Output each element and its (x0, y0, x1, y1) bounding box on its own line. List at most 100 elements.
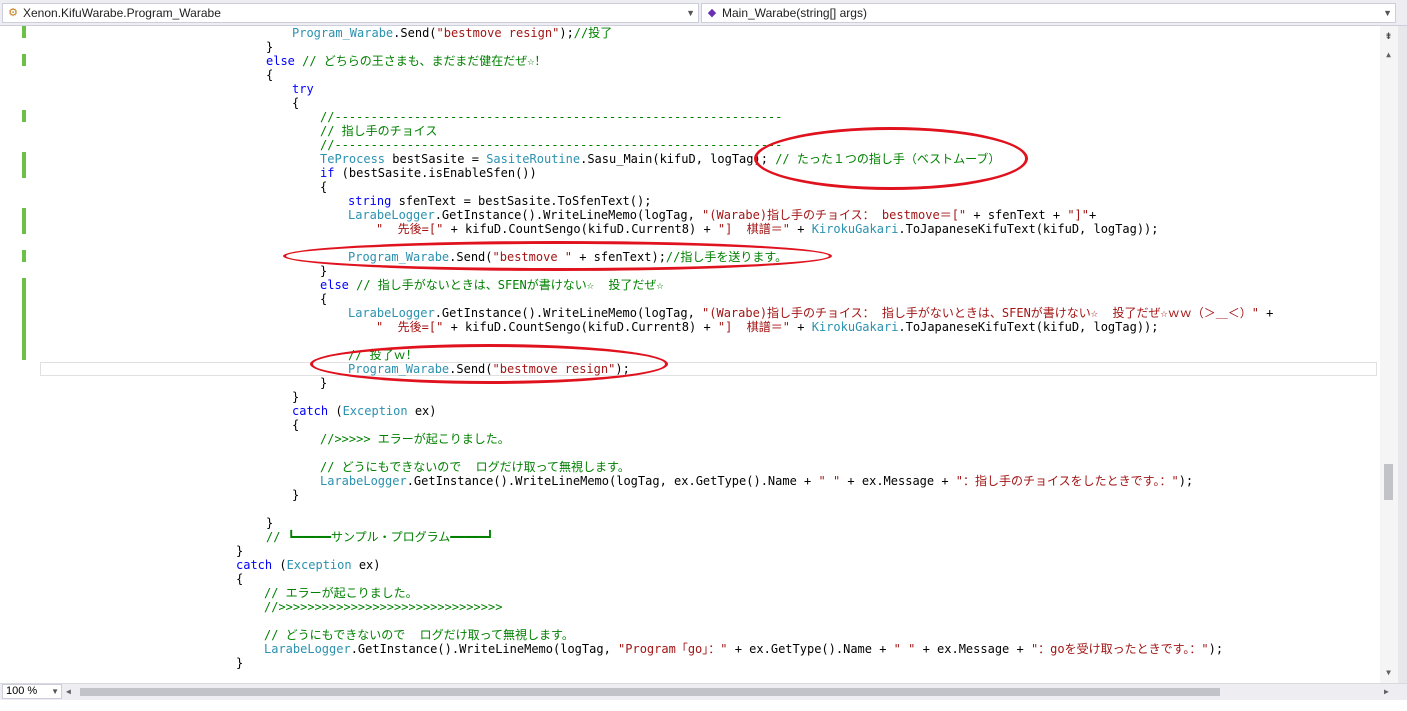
code-token: } (236, 656, 244, 670)
code-line[interactable]: //--------------------------------------… (320, 138, 782, 152)
code-token: + kifuD.CountSengo(kifuD.Current8) + (443, 320, 718, 334)
code-line[interactable]: } (266, 40, 273, 54)
code-token: .GetInstance().WriteLineMemo(logTag, (434, 208, 703, 222)
code-line[interactable]: if (bestSasite.isEnableSfen()) (320, 166, 537, 180)
code-token: ); (1208, 642, 1224, 656)
scroll-up-icon[interactable]: ▲ (1380, 48, 1397, 62)
code-token: ); (559, 26, 574, 40)
split-icon[interactable]: ⇟ (1380, 26, 1397, 44)
code-token: //>>>>>>>>>>>>>>>>>>>>>>>>>>>>>>> (264, 600, 503, 614)
code-token: "bestmove resign" (436, 26, 560, 40)
code-token: } (292, 390, 300, 404)
code-line[interactable]: // ┗━━━━━サンプル・プログラム━━━━━┛ (266, 530, 494, 544)
vertical-scrollbar[interactable]: ⇟ ▲ ▼ (1380, 26, 1407, 683)
scroll-thumb[interactable] (1384, 464, 1393, 500)
code-line[interactable]: // エラーが起こりました。 (264, 586, 418, 600)
member-dropdown-text: Main_Warabe(string[] args) (722, 6, 867, 20)
code-token: + sfenText + (966, 208, 1068, 222)
code-line[interactable]: else // どちらの王さまも、まだまだ健在だぜ☆！ (266, 54, 546, 68)
zoom-level: 100 % (6, 685, 38, 697)
footer-strip (0, 700, 1407, 711)
code-line[interactable]: } (320, 376, 327, 390)
code-line[interactable]: } (236, 544, 243, 558)
code-line[interactable]: LarabeLogger.GetInstance().WriteLineMemo… (264, 642, 1223, 656)
split-button[interactable] (1398, 3, 1406, 23)
type-dropdown-text: Xenon.KifuWarabe.Program_Warabe (23, 6, 221, 20)
code-token: "bestmove resign" (492, 362, 616, 376)
code-line[interactable]: { (292, 418, 299, 432)
code-line[interactable]: } (292, 488, 299, 502)
code-line[interactable]: LarabeLogger.GetInstance().WriteLineMemo… (348, 208, 1096, 222)
code-token: ); (615, 362, 630, 376)
code-line[interactable]: Program_Warabe.Send("bestmove resign");/… (292, 26, 612, 40)
code-line[interactable]: TeProcess bestSasite = SasiteRoutine.Sas… (320, 152, 1000, 166)
code-token: //指し手を送ります。 (665, 250, 788, 264)
code-line[interactable]: //>>>>> エラーが起こりました。 (320, 432, 510, 446)
code-line[interactable]: try (292, 82, 314, 96)
change-marker (22, 152, 26, 178)
code-token: // エラーが起こりました。 (264, 586, 418, 600)
code-token: " " (818, 474, 841, 488)
code-line[interactable]: " 先後=[" + kifuD.CountSengo(kifuD.Current… (376, 222, 1159, 236)
code-line[interactable]: { (236, 572, 243, 586)
code-token: // どちらの王さまも、まだまだ健在だぜ☆！ (294, 54, 547, 68)
code-token: .GetInstance().WriteLineMemo(logTag, ex.… (406, 474, 819, 488)
code-line[interactable]: } (236, 656, 243, 670)
code-line[interactable]: { (266, 68, 273, 82)
scroll-down-icon[interactable]: ▼ (1380, 666, 1397, 680)
code-token: } (292, 488, 300, 502)
code-line[interactable]: " 先後=[" + kifuD.CountSengo(kifuD.Current… (376, 320, 1159, 334)
code-line[interactable]: catch (Exception ex) (236, 558, 381, 572)
code-token: ex) (351, 558, 381, 572)
code-token: string (348, 194, 392, 208)
type-dropdown[interactable]: ⚙ Xenon.KifuWarabe.Program_Warabe ▼ (2, 3, 699, 23)
code-line[interactable]: } (292, 390, 299, 404)
code-token: // どうにもできないので ログだけ取って無視します。 (320, 460, 630, 474)
member-dropdown[interactable]: ◆ Main_Warabe(string[] args) ▼ (701, 3, 1396, 23)
horizontal-scroll-thumb[interactable] (80, 688, 1220, 696)
code-token: // ┗━━━━━サンプル・プログラム━━━━━┛ (266, 530, 494, 544)
code-line[interactable]: //--------------------------------------… (320, 110, 782, 124)
code-line[interactable]: // どうにもできないので ログだけ取って無視します。 (264, 628, 574, 642)
code-editor[interactable]: Program_Warabe.Send("bestmove resign");/… (0, 26, 1380, 683)
code-line[interactable]: //>>>>>>>>>>>>>>>>>>>>>>>>>>>>>>> (264, 600, 502, 614)
code-token: KirokuGakari (811, 320, 899, 334)
code-token: // 指し手のチョイス (320, 124, 438, 138)
overview-track[interactable] (1398, 26, 1407, 683)
code-line[interactable]: catch (Exception ex) (292, 404, 437, 418)
code-line[interactable]: // 投了ｗ！ (348, 348, 418, 362)
code-line[interactable]: // どうにもできないので ログだけ取って無視します。 (320, 460, 630, 474)
code-token: "：goを受け取ったときです。：" (1030, 642, 1209, 656)
code-area[interactable]: Program_Warabe.Send("bestmove resign");/… (40, 26, 1380, 683)
code-line[interactable]: else // 指し手がないときは、SFENが書けない☆ 投了だぜ☆ (320, 278, 664, 292)
code-token: { (292, 418, 300, 432)
code-token: { (236, 572, 244, 586)
code-token: " 先後=[" (376, 320, 444, 334)
code-line[interactable]: { (320, 180, 327, 194)
code-line[interactable]: { (292, 96, 299, 110)
code-line[interactable]: // 指し手のチョイス (320, 124, 437, 138)
change-marker (22, 54, 26, 66)
code-token: SasiteRoutine (486, 152, 581, 166)
zoom-dropdown[interactable]: 100 % ▼ (2, 684, 62, 699)
scroll-right-icon[interactable]: ▶ (1384, 685, 1394, 699)
code-token: KirokuGakari (811, 222, 899, 236)
code-line[interactable]: { (320, 292, 327, 306)
code-token: { (292, 96, 300, 110)
scroll-left-icon[interactable]: ◀ (66, 685, 76, 699)
code-token: Program_Warabe (292, 26, 394, 40)
code-line[interactable]: } (266, 516, 273, 530)
code-line[interactable]: } (320, 264, 327, 278)
code-line[interactable]: LarabeLogger.GetInstance().WriteLineMemo… (320, 474, 1193, 488)
code-line[interactable]: Program_Warabe.Send("bestmove " + sfenTe… (348, 250, 787, 264)
code-token: ( (328, 404, 343, 418)
editor-margin (0, 26, 40, 683)
code-token: " 先後=[" (376, 222, 444, 236)
code-token: // 投了ｗ！ (348, 348, 418, 362)
code-line[interactable]: string sfenText = bestSasite.ToSfenText(… (348, 194, 651, 208)
code-line[interactable]: Program_Warabe.Send("bestmove resign"); (348, 362, 630, 376)
code-token: .Send( (449, 250, 493, 264)
code-token: bestSasite = (385, 152, 487, 166)
bottom-bar: 100 % ▼ ◀ ▶ (0, 683, 1407, 700)
code-line[interactable]: LarabeLogger.GetInstance().WriteLineMemo… (348, 306, 1273, 320)
